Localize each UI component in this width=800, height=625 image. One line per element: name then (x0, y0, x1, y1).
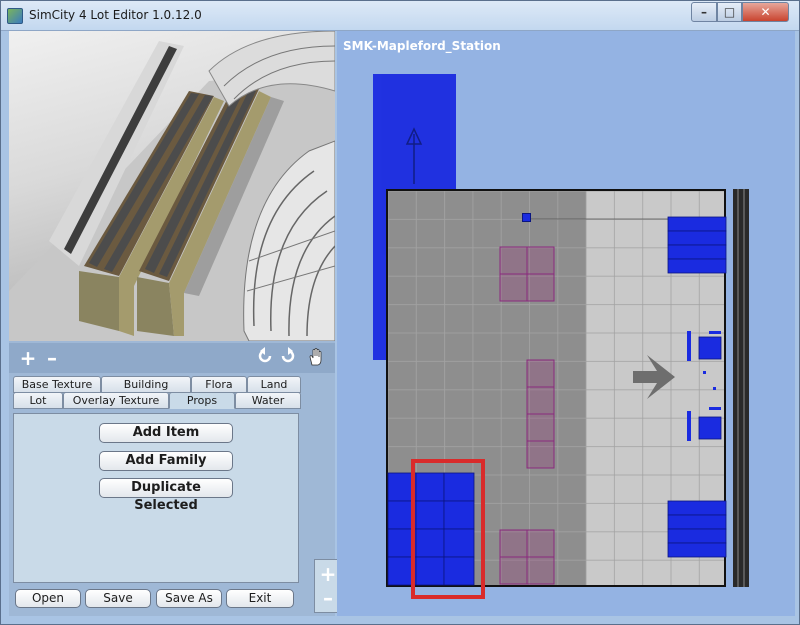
add-item-button[interactable]: Add Item (99, 423, 233, 443)
tab-flora[interactable]: Flora (191, 376, 247, 393)
hand-pan-icon[interactable] (305, 347, 327, 369)
duplicate-selected-button[interactable]: Duplicate Selected (99, 478, 233, 513)
zoom-out-button[interactable]: – (41, 347, 63, 369)
window-title: SimCity 4 Lot Editor 1.0.12.0 (29, 8, 202, 22)
3d-preview[interactable] (9, 31, 335, 341)
add-family-button[interactable]: Add Family (99, 451, 233, 471)
open-button[interactable]: Open (15, 589, 81, 608)
save-as-button[interactable]: Save As (156, 589, 222, 608)
left-pane: + – Base Texture Building Flora Land Lot… (9, 31, 342, 617)
tab-land[interactable]: Land (247, 376, 301, 393)
title-bar[interactable]: SimCity 4 Lot Editor 1.0.12.0 – □ ✕ (1, 1, 799, 31)
tab-water[interactable]: Water (235, 392, 301, 409)
lot-grid-canvas (388, 191, 724, 585)
app-icon (7, 8, 23, 24)
lot-view[interactable]: SMK-Mapleford_Station (337, 31, 795, 616)
minimize-button[interactable]: – (691, 2, 717, 22)
app-window: SimCity 4 Lot Editor 1.0.12.0 – □ ✕ + – … (0, 0, 800, 625)
close-button[interactable]: ✕ (742, 2, 789, 22)
exit-button[interactable]: Exit (226, 589, 294, 608)
tab-overlay-texture[interactable]: Overlay Texture (63, 392, 169, 409)
tab-props[interactable]: Props (169, 392, 235, 409)
rotate-right-icon[interactable] (277, 347, 299, 369)
save-button[interactable]: Save (85, 589, 151, 608)
rotate-left-icon[interactable] (254, 347, 276, 369)
props-panel: Add Item Add Family Duplicate Selected (13, 413, 299, 583)
prop-marker[interactable] (522, 213, 531, 222)
lot-grid[interactable] (386, 189, 726, 587)
tab-building[interactable]: Building (101, 376, 191, 393)
station-render (9, 31, 335, 341)
tab-lot[interactable]: Lot (13, 392, 63, 409)
tab-base-texture[interactable]: Base Texture (13, 376, 101, 393)
preview-toolbar: + – (9, 343, 335, 373)
tab-strip: Base Texture Building Flora Land Lot Ove… (13, 376, 301, 416)
lot-name-label: SMK-Mapleford_Station (343, 39, 501, 53)
file-button-bar: Open Save Save As Exit (9, 587, 335, 617)
maximize-button[interactable]: □ (717, 2, 742, 22)
zoom-in-button[interactable]: + (17, 347, 39, 369)
